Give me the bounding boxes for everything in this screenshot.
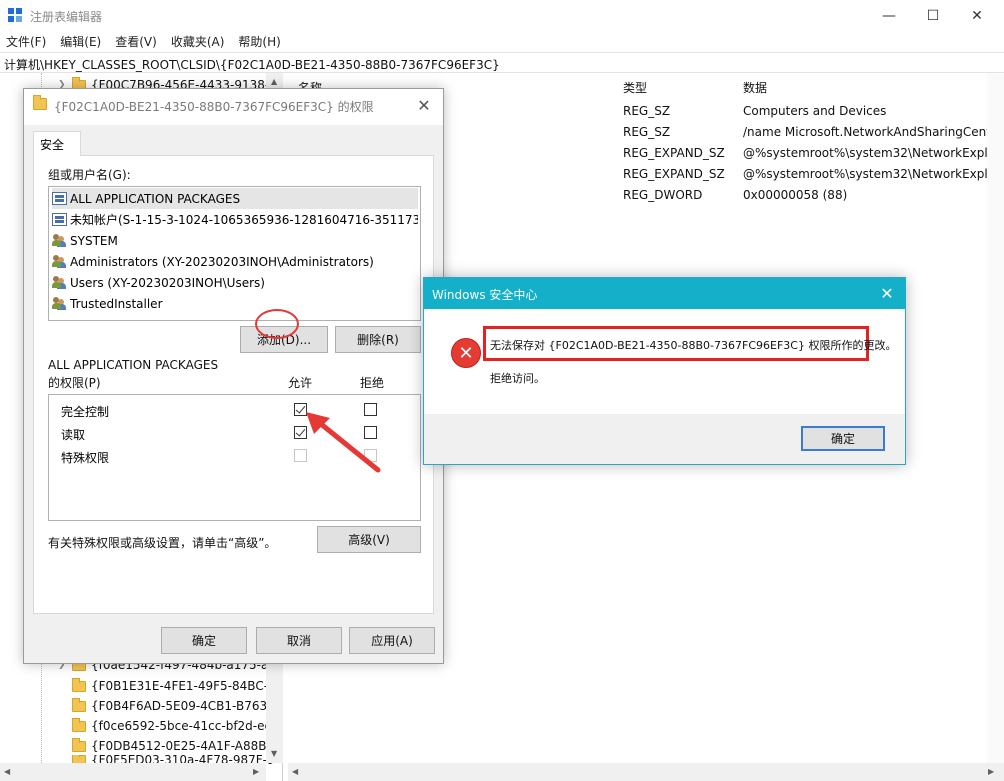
tree-horizontal-scrollbar[interactable]: ◀ ▶ — [0, 763, 266, 781]
scroll-right-arrow-icon[interactable]: ▶ — [253, 767, 259, 776]
folder-icon — [72, 677, 86, 692]
list-item[interactable]: 未知帐户(S-1-15-3-1024-1065365936-1281604716… — [52, 209, 418, 230]
menu-file[interactable]: 文件(F) — [6, 33, 46, 50]
window-title: 注册表编辑器 — [30, 10, 103, 24]
cancel-button[interactable]: 取消 — [256, 627, 342, 654]
tab-security[interactable]: 安全 — [33, 131, 81, 156]
permissions-dialog: {F02C1A0D-BE21-4350-88B0-7367FC96EF3C} 的… — [23, 88, 444, 664]
value-data[interactable]: @%systemroot%\system32\NetworkExplore — [743, 146, 1004, 167]
close-icon[interactable]: ✕ — [875, 282, 899, 305]
permissions-for-label: ALL APPLICATION PACKAGES — [48, 358, 219, 372]
menu-view[interactable]: 查看(V) — [115, 33, 157, 50]
folder-icon — [33, 95, 47, 110]
permissions-label: 的权限(P) — [48, 376, 101, 390]
users-listbox[interactable]: ALL APPLICATION PACKAGES 未知帐户(S-1-15-3-1… — [48, 186, 421, 321]
close-button[interactable]: ✕ — [954, 0, 1000, 32]
list-vertical-scrollbar[interactable] — [987, 73, 1004, 763]
value-data[interactable]: /name Microsoft.NetworkAndSharingCenter — [743, 125, 1003, 146]
error-message: 无法保存对 {F02C1A0D-BE21-4350-88B0-7367FC96E… — [490, 339, 897, 352]
permissions-dialog-title: {F02C1A0D-BE21-4350-88B0-7367FC96EF3C} 的… — [54, 100, 374, 114]
value-type[interactable]: REG_EXPAND_SZ — [623, 146, 725, 167]
tree-item[interactable]: {f0ce6592-5bce-41cc-bf2d-ec4 — [58, 716, 279, 736]
menu-bar: 文件(F) 编辑(E) 查看(V) 收藏夹(A) 帮助(H) — [0, 30, 1004, 52]
users-icon — [52, 255, 67, 268]
apply-button[interactable]: 应用(A) — [349, 627, 435, 654]
value-data[interactable]: Computers and Devices — [743, 104, 886, 125]
maximize-button[interactable]: ☐ — [910, 0, 956, 32]
value-type[interactable]: REG_DWORD — [623, 188, 702, 209]
value-data[interactable]: 0x00000058 (88) — [743, 188, 847, 209]
close-icon[interactable]: ✕ — [411, 93, 437, 117]
error-icon: ✕ — [451, 338, 481, 368]
deny-column-header: 拒绝 — [360, 376, 385, 390]
title-bar — [0, 0, 1004, 32]
tree-item[interactable]: {F0DB4512-0E25-4A1F-A88B-8 — [58, 736, 278, 756]
security-tab-panel: 组或用户名(G): ALL APPLICATION PACKAGES 未知帐户(… — [33, 155, 434, 614]
users-icon — [52, 276, 67, 289]
remove-button[interactable]: 删除(R) — [335, 326, 421, 353]
menu-favorites[interactable]: 收藏夹(A) — [171, 33, 225, 50]
value-type[interactable]: REG_SZ — [623, 104, 670, 125]
column-header-data[interactable]: 数据 — [743, 79, 767, 96]
tree-item[interactable]: {F0B4F6AD-5E09-4CB1-B763-E — [58, 696, 279, 716]
value-type[interactable]: REG_SZ — [623, 125, 670, 146]
group-users-label: 组或用户名(G): — [48, 168, 131, 182]
tree-item[interactable]: {F0B1E31E-4FE1-49F5-84BC-4E — [58, 676, 282, 696]
folder-icon — [72, 737, 86, 752]
column-header-type[interactable]: 类型 — [623, 79, 647, 96]
users-icon — [52, 234, 67, 247]
scroll-up-arrow-icon[interactable]: ▲ — [271, 77, 277, 86]
ok-button[interactable]: 确定 — [161, 627, 247, 654]
list-item[interactable]: SYSTEM — [52, 230, 418, 251]
package-icon — [52, 213, 67, 226]
value-type[interactable]: REG_EXPAND_SZ — [623, 167, 725, 188]
permissions-dialog-body: 安全 组或用户名(G): ALL APPLICATION PACKAGES 未知… — [24, 125, 443, 663]
list-item[interactable]: TrustedInstaller — [52, 293, 418, 314]
allow-column-header: 允许 — [288, 376, 313, 390]
address-bar[interactable]: 计算机\HKEY_CLASSES_ROOT\CLSID\{F02C1A0D-BE… — [0, 52, 1004, 73]
package-icon — [52, 192, 67, 205]
folder-icon — [72, 697, 86, 712]
annotation-arrow-icon — [306, 412, 381, 473]
scroll-left-arrow-icon[interactable]: ◀ — [292, 767, 298, 776]
advanced-hint: 有关特殊权限或高级设置，请单击“高级”。 — [48, 536, 277, 550]
security-dialog-title: Windows 安全中心 — [432, 288, 538, 302]
advanced-button[interactable]: 高级(V) — [317, 526, 421, 553]
users-icon — [52, 297, 67, 310]
menu-edit[interactable]: 编辑(E) — [60, 33, 101, 50]
scroll-down-arrow-icon[interactable]: ▼ — [271, 749, 277, 758]
list-horizontal-scrollbar[interactable]: ◀ ▶ — [288, 763, 1004, 781]
list-item[interactable]: Administrators (XY-20230203INOH\Administ… — [52, 251, 418, 272]
access-denied-text: 拒绝访问。 — [490, 372, 545, 385]
minimize-button[interactable]: — — [866, 0, 912, 32]
security-center-dialog: Windows 安全中心 ✕ ✕ 无法保存对 {F02C1A0D-BE21-43… — [423, 277, 906, 465]
folder-icon — [72, 717, 86, 732]
annotation-circle — [255, 309, 299, 339]
ok-button[interactable]: 确定 — [801, 426, 885, 451]
regedit-app-icon — [8, 8, 24, 24]
list-item[interactable]: ALL APPLICATION PACKAGES — [52, 188, 418, 209]
value-data[interactable]: @%systemroot%\system32\NetworkExplore — [743, 167, 1004, 188]
scroll-right-arrow-icon[interactable]: ▶ — [988, 767, 994, 776]
menu-help[interactable]: 帮助(H) — [238, 33, 280, 50]
list-item[interactable]: Users (XY-20230203INOH\Users) — [52, 272, 418, 293]
scroll-left-arrow-icon[interactable]: ◀ — [4, 767, 10, 776]
